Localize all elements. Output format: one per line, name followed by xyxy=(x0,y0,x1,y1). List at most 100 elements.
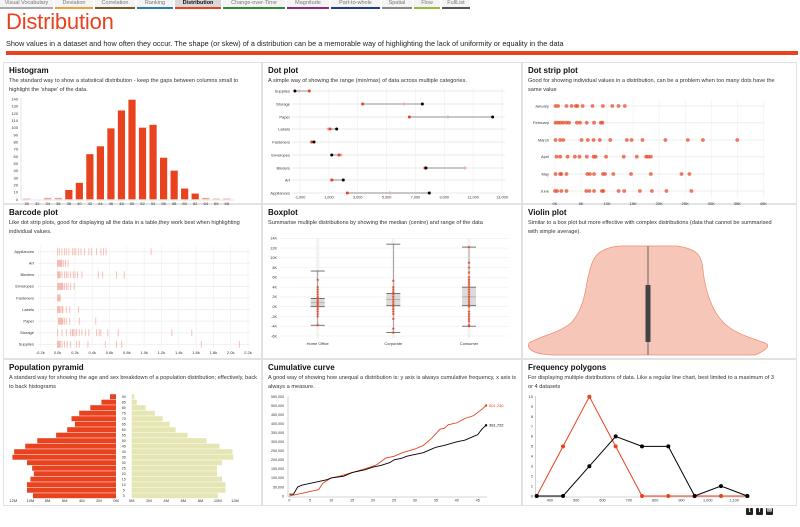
y-tick-label: 14K xyxy=(270,237,277,241)
female-bar xyxy=(131,416,163,422)
dot xyxy=(293,89,297,93)
x-tick-label: 0.4k xyxy=(88,350,96,355)
y-tick-label: 0 xyxy=(282,494,284,498)
barcode-tick xyxy=(64,271,66,279)
data-point xyxy=(666,494,671,498)
data-point xyxy=(640,444,644,449)
barcode-tick xyxy=(68,248,70,256)
age-label: 20 xyxy=(122,472,126,476)
data-point xyxy=(640,494,644,498)
category-label: Binders xyxy=(276,165,290,170)
category-label: Consumer xyxy=(460,341,479,346)
barcode-tick xyxy=(76,340,78,348)
y-tick-label: -6K xyxy=(271,334,277,338)
x-tick-label: 900 xyxy=(678,499,684,503)
y-tick-label: 3 xyxy=(531,465,533,469)
x-tick-label: 1,000 xyxy=(324,196,334,200)
dot xyxy=(601,104,605,108)
email-icon[interactable]: ✉ xyxy=(766,508,773,515)
x-tick-label: 6M xyxy=(62,498,68,503)
data-point xyxy=(392,310,395,313)
y-tick-label: 8K xyxy=(272,266,277,270)
x-tick-label: -1,000 xyxy=(295,196,306,200)
dotplot-chart: -1,000 1,000 3,000 5,000 7,000 9,000 11,000 13,… xyxy=(270,88,508,200)
dot xyxy=(600,120,605,125)
x-tick-label: 62 xyxy=(193,201,198,206)
y-tick-label: 70 xyxy=(14,147,19,152)
barcode-tick xyxy=(58,259,60,267)
data-point xyxy=(561,444,566,449)
barcode-tick xyxy=(81,329,83,337)
age-label: 15 xyxy=(122,478,126,482)
dot xyxy=(427,191,431,195)
y-tick-label: 200,000 xyxy=(271,458,284,462)
female-bar xyxy=(131,482,226,488)
male-bar xyxy=(90,405,116,411)
barcode-tick xyxy=(64,340,66,348)
x-tick-label: 60 xyxy=(182,201,187,206)
dot xyxy=(648,154,653,159)
x-tick-label: 9,000 xyxy=(440,196,450,200)
barcode-tick xyxy=(88,248,90,256)
y-tick-label: 550,000 xyxy=(271,395,284,399)
dot xyxy=(621,154,626,159)
barcode-tick xyxy=(81,271,83,279)
data-point xyxy=(392,290,395,294)
data-point xyxy=(718,484,723,489)
barcode-tick xyxy=(66,340,68,348)
barcode-tick xyxy=(70,271,72,279)
barcode-tick xyxy=(78,329,80,337)
y-tick-label: 5 xyxy=(531,445,533,449)
dot xyxy=(569,104,574,108)
x-tick-label: 66 xyxy=(214,201,219,206)
dot xyxy=(611,172,616,176)
barcode-tick xyxy=(64,248,66,256)
male-bar xyxy=(26,482,117,488)
data-point xyxy=(392,288,395,291)
x-tick-label: -0.2k xyxy=(36,350,45,355)
data-point xyxy=(467,266,471,269)
x-tick-label: 0.8k xyxy=(123,350,131,355)
data-point xyxy=(587,464,592,469)
twitter-icon[interactable]: t xyxy=(746,508,753,515)
x-tick-label: 1.6k xyxy=(192,350,200,355)
barcode-tick xyxy=(60,259,62,267)
data-point xyxy=(316,290,319,294)
age-label: 65 xyxy=(122,423,126,427)
barcode-tick xyxy=(77,306,79,314)
histogram-bar xyxy=(96,146,105,200)
x-tick-label: 500 xyxy=(573,499,579,503)
data-point xyxy=(392,305,395,308)
data-point xyxy=(392,312,395,316)
age-label: 80 xyxy=(122,406,126,410)
female-bar xyxy=(131,493,218,499)
barcode-tick xyxy=(78,340,80,348)
barcode-tick xyxy=(57,306,59,314)
dot xyxy=(591,138,596,142)
dot xyxy=(307,89,311,93)
data-point xyxy=(467,317,471,321)
histogram-bar xyxy=(44,197,52,200)
barcode-tick xyxy=(60,317,62,325)
pyramid-chart: 05 1015 2025 3035 4045 5055 6065 7075 8085 90 12M 1… xyxy=(9,394,239,503)
barcode-tick xyxy=(64,317,66,325)
female-bar xyxy=(131,460,223,466)
y-tick-label: 8 xyxy=(531,415,533,419)
barcode-tick xyxy=(104,340,106,348)
barcode-tick xyxy=(63,259,65,267)
category-label: Supplies xyxy=(19,342,34,347)
barcode-tick xyxy=(74,271,76,279)
barcode-tick xyxy=(64,259,66,267)
barcode-tick xyxy=(57,294,59,302)
y-tick-label: 10 xyxy=(14,190,19,195)
barcode-tick xyxy=(61,306,63,314)
data-point xyxy=(467,290,471,294)
female-bar xyxy=(131,449,233,455)
histogram-bar xyxy=(128,99,136,200)
dot xyxy=(402,102,406,106)
facebook-icon[interactable]: f xyxy=(756,508,763,515)
x-tick-label: 10M xyxy=(27,498,35,503)
male-bar xyxy=(101,399,116,405)
dot xyxy=(592,189,596,193)
data-point xyxy=(745,494,750,498)
